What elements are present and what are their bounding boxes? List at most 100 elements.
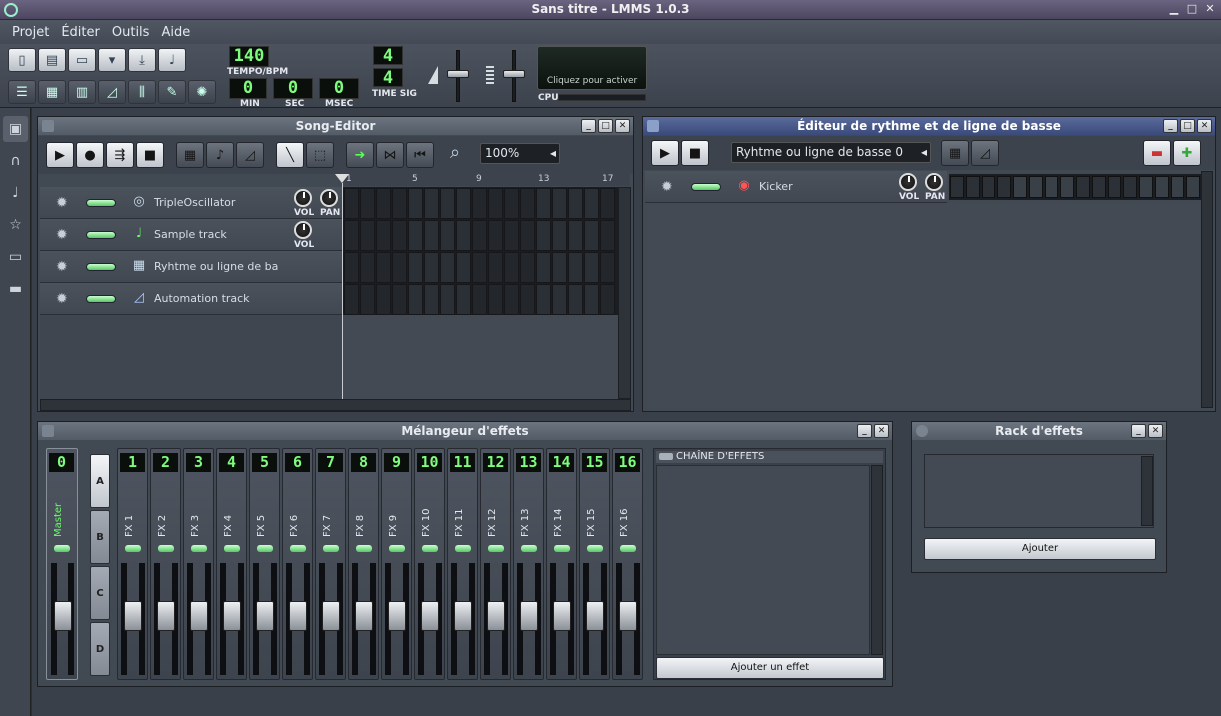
fx-channel[interactable]: 13 FX 13 <box>513 448 544 680</box>
pattern-cell[interactable] <box>472 188 487 219</box>
gear-icon[interactable]: ✹ <box>56 291 68 307</box>
gear-icon[interactable]: ✹ <box>56 259 68 275</box>
fx-fader[interactable] <box>520 601 538 631</box>
pattern-cell[interactable] <box>568 284 583 315</box>
gear-icon[interactable]: ✹ <box>56 195 68 211</box>
master-pitch-slider[interactable] <box>503 70 525 78</box>
fx-channel[interactable]: 8 FX 8 <box>348 448 379 680</box>
fx-fader[interactable] <box>190 601 208 631</box>
open-project-button[interactable]: ▭ <box>68 48 96 72</box>
pattern-cell[interactable] <box>456 252 471 283</box>
beat-step-button[interactable] <box>1123 176 1137 198</box>
fx-channel[interactable]: 10 FX 10 <box>414 448 445 680</box>
fx-channel[interactable]: 6 FX 6 <box>282 448 313 680</box>
fx-fader[interactable] <box>289 601 307 631</box>
master-channel[interactable]: 0 Master <box>46 448 78 680</box>
gear-icon[interactable]: ✹ <box>56 227 68 243</box>
effects-chain-toggle[interactable] <box>659 453 673 460</box>
song-play-button[interactable]: ▶ <box>46 142 74 168</box>
pattern-cell[interactable] <box>424 284 439 315</box>
bank-d-button[interactable]: D <box>90 622 110 676</box>
pattern-cell[interactable] <box>504 188 519 219</box>
fx-mute-led[interactable] <box>125 545 141 552</box>
track-mute-led[interactable] <box>691 183 721 191</box>
fx-fader[interactable] <box>487 601 505 631</box>
fx-channel[interactable]: 11 FX 11 <box>447 448 478 680</box>
track-pan-knob[interactable] <box>320 189 338 207</box>
pattern-cell[interactable] <box>600 188 615 219</box>
fx-fader[interactable] <box>223 601 241 631</box>
pattern-cell[interactable] <box>408 252 423 283</box>
pattern-cell[interactable] <box>552 252 567 283</box>
add-steps-button[interactable]: ✚ <box>1173 140 1201 166</box>
pattern-cell[interactable] <box>344 188 359 219</box>
add-automation-track-button[interactable]: ◿ <box>236 142 264 168</box>
fx-fader[interactable] <box>553 601 571 631</box>
fx-channel[interactable]: 2 FX 2 <box>150 448 181 680</box>
beat-step-button[interactable] <box>1107 176 1122 198</box>
beat-editor-toggle-button[interactable]: ▦ <box>38 80 66 104</box>
effects-rack-scrollbar[interactable] <box>1141 456 1153 526</box>
pattern-cell[interactable] <box>600 220 615 251</box>
tempo-display[interactable]: 140 <box>229 46 269 67</box>
computer-button[interactable]: ▬ <box>3 276 28 302</box>
track-mute-led[interactable] <box>86 263 116 271</box>
track-row[interactable]: ✹ ♩ Sample track VOL <box>40 219 342 251</box>
fx-fader[interactable] <box>355 601 373 631</box>
beat-step-button[interactable] <box>1186 176 1200 198</box>
menu-outils[interactable]: Outils <box>106 25 156 40</box>
add-beat-pattern-button[interactable]: ▦ <box>941 140 969 166</box>
pattern-cell[interactable] <box>392 284 407 315</box>
pattern-cell[interactable] <box>408 284 423 315</box>
pattern-cell[interactable] <box>520 220 535 251</box>
beat-step-button[interactable] <box>1044 176 1059 198</box>
track-row[interactable]: ✹ ▦ Ryhtme ou ligne de ba <box>40 251 342 283</box>
pattern-cell[interactable] <box>344 252 359 283</box>
remove-steps-button[interactable]: ▬ <box>1143 140 1171 166</box>
pattern-cell[interactable] <box>536 284 551 315</box>
beat-step-button[interactable] <box>1060 176 1074 198</box>
add-sample-track-button[interactable]: ♪ <box>206 142 234 168</box>
pattern-cell[interactable] <box>504 284 519 315</box>
beat-step-button[interactable] <box>1170 176 1185 198</box>
pattern-cell[interactable] <box>520 252 535 283</box>
song-horizontal-scrollbar[interactable] <box>40 399 631 411</box>
pattern-cell[interactable] <box>424 188 439 219</box>
pattern-cell[interactable] <box>488 284 503 315</box>
add-effect-button[interactable]: Ajouter un effet <box>656 657 884 679</box>
master-volume-slider[interactable] <box>447 70 469 78</box>
fx-fader[interactable] <box>421 601 439 631</box>
pattern-cell[interactable] <box>392 220 407 251</box>
new-project-button[interactable]: ▯ <box>8 48 36 72</box>
beat-pan-knob[interactable] <box>925 173 943 191</box>
mixer-close-button[interactable]: ✕ <box>874 424 889 438</box>
pattern-cell[interactable] <box>408 220 423 251</box>
beat-vertical-scrollbar[interactable] <box>1201 171 1213 408</box>
pattern-cell[interactable] <box>568 252 583 283</box>
fx-channel[interactable]: 7 FX 7 <box>315 448 346 680</box>
track-row[interactable]: ✹ ◎ TripleOscillator VOL PAN <box>40 187 342 219</box>
pattern-cell[interactable] <box>520 284 535 315</box>
pattern-cell[interactable] <box>488 188 503 219</box>
pattern-cell[interactable] <box>440 188 455 219</box>
song-stop-button[interactable]: ■ <box>136 142 164 168</box>
effects-chain-scrollbar[interactable] <box>871 465 883 655</box>
song-pattern-grid[interactable] <box>343 187 618 315</box>
mixer-minimize-button[interactable]: _ <box>857 424 872 438</box>
beat-stop-button[interactable]: ■ <box>681 140 709 166</box>
fx-mute-led[interactable] <box>389 545 405 552</box>
fx-channel[interactable]: 1 FX 1 <box>117 448 148 680</box>
pattern-cell[interactable] <box>440 252 455 283</box>
fx-mute-led[interactable] <box>455 545 471 552</box>
fx-channel[interactable]: 16 FX 16 <box>612 448 643 680</box>
beat-step-button[interactable] <box>1076 176 1090 198</box>
fx-fader[interactable] <box>586 601 604 631</box>
track-volume-knob[interactable] <box>294 221 312 239</box>
fx-mute-led[interactable] <box>554 545 570 552</box>
fx-mute-led[interactable] <box>158 545 174 552</box>
fx-fader[interactable] <box>157 601 175 631</box>
pattern-cell[interactable] <box>584 188 599 219</box>
pattern-cell[interactable] <box>456 220 471 251</box>
pattern-cell[interactable] <box>376 252 391 283</box>
beat-step-button[interactable] <box>1091 176 1106 198</box>
